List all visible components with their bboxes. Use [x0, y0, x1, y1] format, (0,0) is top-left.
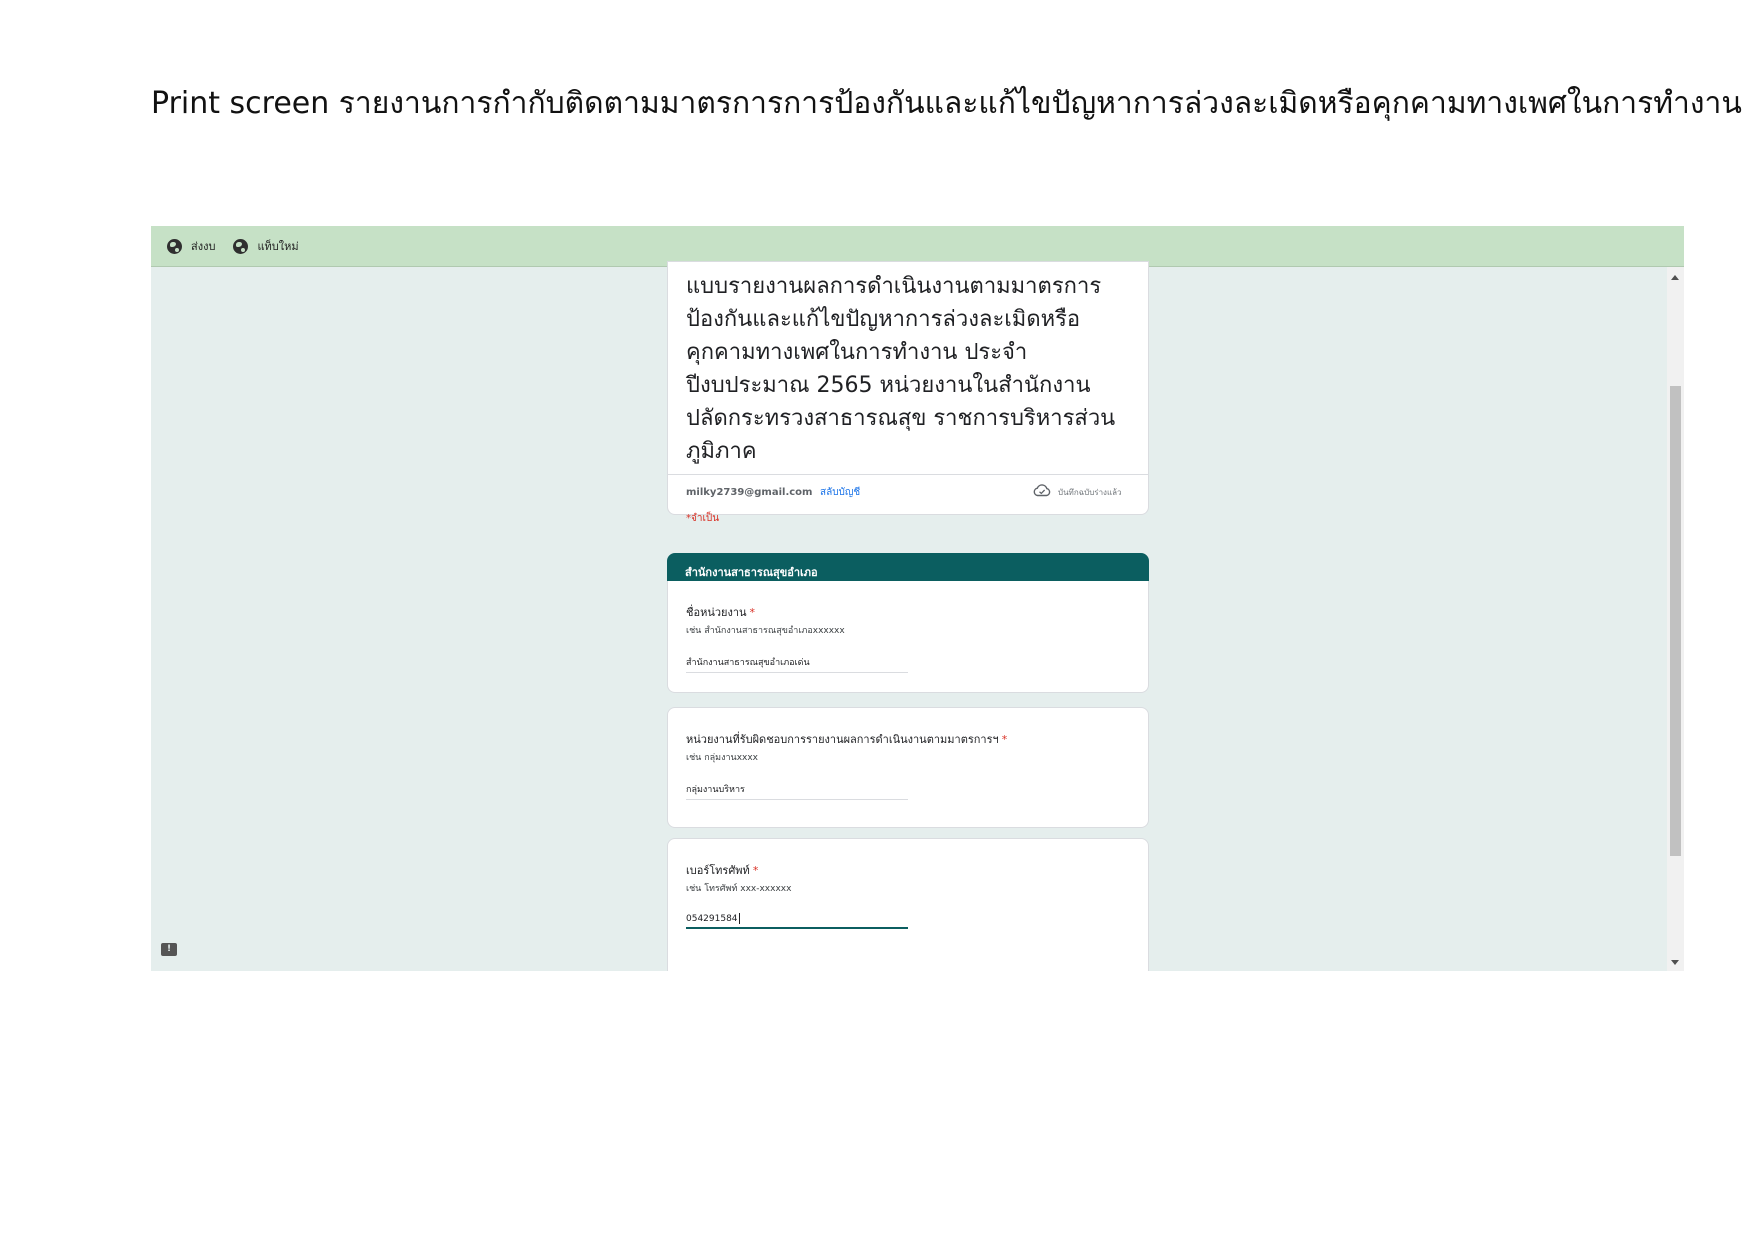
bookmark-label: แท็บใหม่ [257, 240, 299, 253]
text-caret [738, 913, 740, 924]
divider [668, 474, 1148, 475]
account-email: milky2739@gmail.com สลับบัญชี [686, 487, 861, 498]
browser-screenshot: ส่งงบ แท็บใหม่ แบบรายงานผลการดำเนินงานตา… [151, 226, 1684, 971]
page-scrollbar[interactable] [1667, 267, 1684, 971]
scroll-down-arrow-icon[interactable] [1671, 960, 1679, 965]
question-label: หน่วยงานที่รับผิดชอบการรายงานผลการดำเนิน… [686, 733, 1008, 746]
required-note: *จำเป็น [686, 513, 720, 524]
question-help: เช่น โทรศัพท์ xxx-xxxxxx [686, 884, 792, 894]
question-help: เช่น สำนักงานสาธารณสุขอำเภอxxxxxx [686, 626, 845, 636]
bookmark-songngob[interactable]: ส่งงบ [167, 237, 215, 255]
question-help: เช่น กลุ่มงานxxxx [686, 753, 758, 763]
bookmark-new-tab[interactable]: แท็บใหม่ [233, 237, 299, 255]
question-card-phone: เบอร์โทรศัพท์ * เช่น โทรศัพท์ xxx-xxxxxx … [667, 838, 1149, 971]
document-heading: Print screen รายงานการกำกับติดตามมาตรการ… [151, 86, 1742, 121]
cloud-saved-icon [1033, 484, 1051, 497]
question-card-unit-name: ชื่อหน่วยงาน * เช่น สำนักงานสาธารณสุขอำเภ… [667, 581, 1149, 693]
switch-account-link[interactable]: สลับบัญชี [820, 487, 860, 498]
responsible-unit-input[interactable]: กลุ่มงานบริหาร [686, 782, 908, 800]
globe-icon [233, 238, 249, 254]
feedback-icon[interactable]: ! [161, 943, 177, 956]
question-label: ชื่อหน่วยงาน * [686, 606, 756, 619]
bookmark-label: ส่งงบ [191, 240, 216, 253]
phone-input[interactable]: 054291584 [686, 913, 908, 929]
unit-name-input[interactable]: สำนักงานสาธารณสุขอำเภอเด่น [686, 655, 908, 673]
question-label: เบอร์โทรศัพท์ * [686, 864, 759, 877]
question-card-responsible-unit: หน่วยงานที่รับผิดชอบการรายงานผลการดำเนิน… [667, 707, 1149, 828]
form-title: แบบรายงานผลการดำเนินงานตามมาตรการป้องกัน… [686, 274, 1116, 464]
saved-status: บันทึกฉบับร่างแล้ว [1058, 488, 1122, 497]
globe-icon [167, 238, 182, 254]
scroll-thumb[interactable] [1670, 386, 1681, 856]
scroll-up-arrow-icon[interactable] [1671, 275, 1679, 280]
form-header-card: แบบรายงานผลการดำเนินงานตามมาตรการป้องกัน… [667, 261, 1149, 524]
